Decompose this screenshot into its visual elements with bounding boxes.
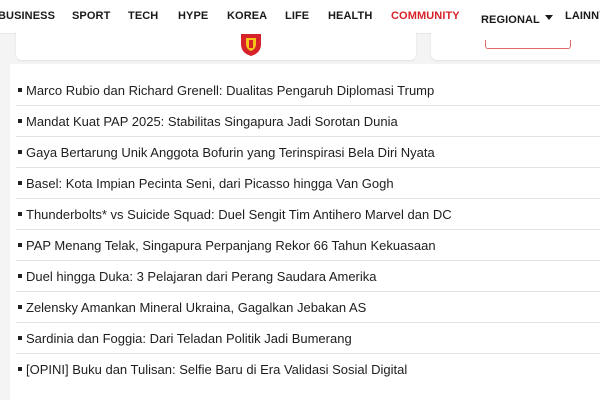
nav-item-regional[interactable]: REGIONAL [481, 14, 540, 26]
article-link[interactable]: PAP Menang Telak, Singapura Perpanjang R… [26, 238, 436, 253]
caret-down-icon[interactable] [544, 15, 553, 21]
article-link[interactable]: Zelensky Amankan Mineral Ukraina, Gagalk… [26, 300, 366, 315]
nav-item-hype[interactable]: HYPE [178, 10, 208, 22]
list-item: [OPINI] Buku dan Tulisan: Selfie Baru di… [16, 355, 600, 385]
article-link[interactable]: Thunderbolts* vs Suicide Squad: Duel Sen… [26, 207, 452, 222]
square-bullet-icon [18, 119, 22, 123]
page: BUSINESS SPORT TECH HYPE KOREA LIFE HEAL… [0, 0, 600, 400]
article-link[interactable]: [OPINI] Buku dan Tulisan: Selfie Baru di… [26, 362, 407, 377]
square-bullet-icon [18, 274, 22, 278]
square-bullet-icon [18, 243, 22, 247]
square-bullet-icon [18, 212, 22, 216]
banner-card-left [16, 32, 416, 60]
banner-card-right [431, 32, 600, 60]
top-navigation: BUSINESS SPORT TECH HYPE KOREA LIFE HEAL… [0, 0, 600, 34]
article-link[interactable]: Gaya Bertarung Unik Anggota Bofurin yang… [26, 145, 435, 160]
nav-item-community[interactable]: COMMUNITY [391, 10, 460, 22]
list-item: Gaya Bertarung Unik Anggota Bofurin yang… [16, 138, 600, 168]
article-list: Marco Rubio dan Richard Grenell: Dualita… [16, 76, 600, 386]
square-bullet-icon [18, 367, 22, 371]
nav-item-sport[interactable]: SPORT [72, 10, 110, 22]
article-list-section: Marco Rubio dan Richard Grenell: Dualita… [0, 64, 600, 400]
list-item: Thunderbolts* vs Suicide Squad: Duel Sen… [16, 200, 600, 230]
nav-item-business[interactable]: BUSINESS [0, 10, 55, 22]
square-bullet-icon [18, 181, 22, 185]
shield-logo-icon [241, 34, 261, 56]
nav-item-lainnya[interactable]: LAINNYA [565, 10, 600, 22]
square-bullet-icon [18, 336, 22, 340]
nav-item-tech[interactable]: TECH [128, 10, 158, 22]
list-item: Marco Rubio dan Richard Grenell: Dualita… [16, 76, 600, 106]
banner-button[interactable] [485, 40, 571, 49]
nav-item-life[interactable]: LIFE [285, 10, 309, 22]
list-item: Mandat Kuat PAP 2025: Stabilitas Singapu… [16, 107, 600, 137]
list-item: PAP Menang Telak, Singapura Perpanjang R… [16, 231, 600, 261]
nav-item-korea[interactable]: KOREA [227, 10, 267, 22]
list-item: Zelensky Amankan Mineral Ukraina, Gagalk… [16, 293, 600, 323]
article-link[interactable]: Sardinia dan Foggia: Dari Teladan Politi… [26, 331, 352, 346]
nav-item-regional-wrapper[interactable]: REGIONAL [481, 10, 553, 28]
list-item: Sardinia dan Foggia: Dari Teladan Politi… [16, 324, 600, 354]
article-link[interactable]: Marco Rubio dan Richard Grenell: Dualita… [26, 83, 434, 98]
banner-strip [0, 32, 600, 64]
list-item: Duel hingga Duka: 3 Pelajaran dari Peran… [16, 262, 600, 292]
article-link[interactable]: Duel hingga Duka: 3 Pelajaran dari Peran… [26, 269, 377, 284]
article-link[interactable]: Mandat Kuat PAP 2025: Stabilitas Singapu… [26, 114, 398, 129]
square-bullet-icon [18, 150, 22, 154]
square-bullet-icon [18, 305, 22, 309]
nav-item-health[interactable]: HEALTH [328, 10, 372, 22]
article-link[interactable]: Basel: Kota Impian Pecinta Seni, dari Pi… [26, 176, 394, 191]
square-bullet-icon [18, 88, 22, 92]
list-item: Basel: Kota Impian Pecinta Seni, dari Pi… [16, 169, 600, 199]
